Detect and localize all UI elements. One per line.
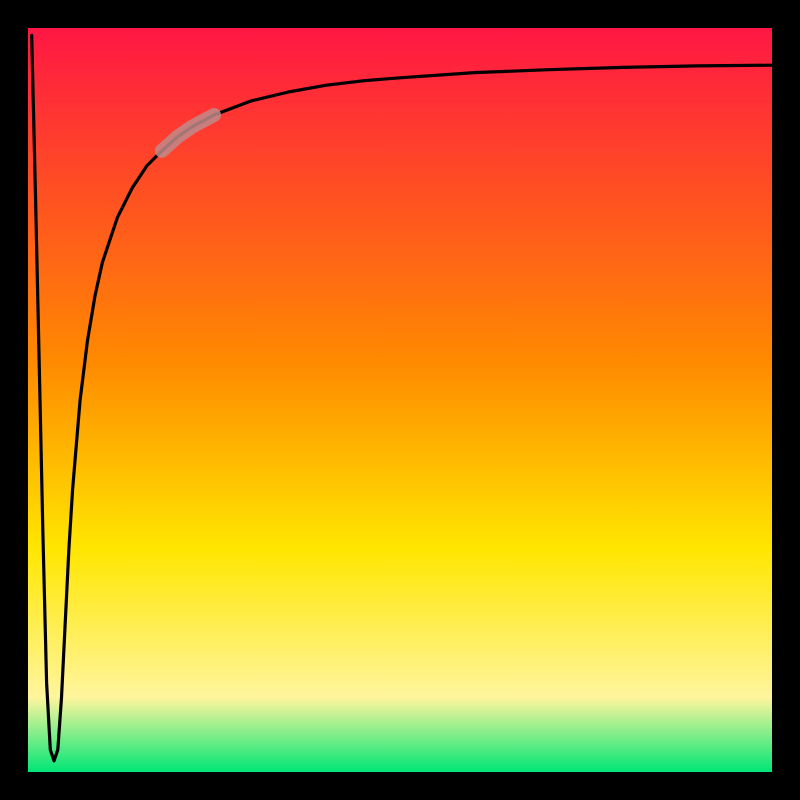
frame-left <box>0 0 28 800</box>
frame-bottom <box>0 772 800 800</box>
chart-svg <box>0 0 800 800</box>
frame-top <box>0 0 800 28</box>
chart-stage: TheBottleneck.com <box>0 0 800 800</box>
frame-right <box>772 0 800 800</box>
plot-background <box>28 28 772 772</box>
